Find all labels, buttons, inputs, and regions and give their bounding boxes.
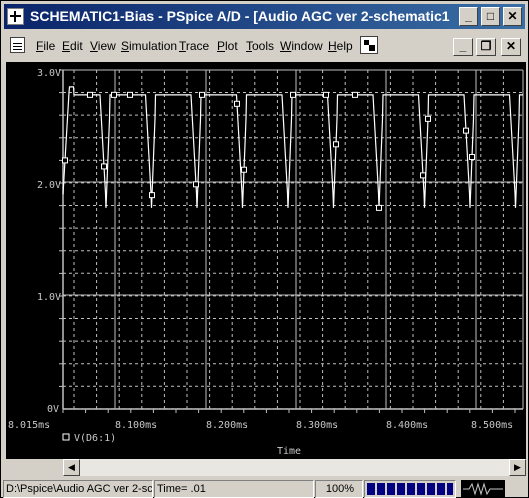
trace-marker [234,100,240,107]
trace-v-d6-1 [62,86,523,208]
menu-edit[interactable]: Edit [62,39,83,53]
waveform-status-icon [461,480,505,498]
trace-marker [62,157,68,164]
probe-icon[interactable] [360,36,378,54]
horizontal-scrollbar[interactable]: ◀ ▶ [63,459,526,476]
mdi-restore-button[interactable]: ❐ [476,38,496,56]
mdi-minimize-button[interactable]: _ [453,38,473,56]
x-tick-8500: 8.500ms [471,420,513,431]
trace-marker [352,91,358,98]
waveform-plot[interactable]: 3.0V 2.0V 1.0V 0V 8.015ms 8.100ms 8.200m… [6,62,526,459]
scroll-left-button[interactable]: ◀ [63,459,80,476]
trace-marker [469,154,475,161]
trace-marker [87,91,93,98]
trace-marker [376,204,382,211]
title-bar[interactable]: SCHEMATIC1-Bias - PSpice A/D - [Audio AG… [4,4,525,29]
x-axis-label: Time [277,446,301,457]
trace-marker [199,91,205,98]
y-tick-0v: 0V [47,404,59,415]
menu-bar: File Edit View Simulation Trace Plot Too… [4,32,525,60]
trace-marker [241,166,247,173]
minimize-button[interactable]: _ [459,7,478,26]
status-bar: D:\Pspice\Audio AGC ver 2-sch Time= .01 … [1,478,529,498]
trace-marker [101,163,107,170]
menu-window[interactable]: Window [280,39,323,53]
mdi-close-button[interactable]: ✕ [501,38,521,56]
legend-marker [62,433,70,441]
y-tick-1v: 1.0V [37,292,61,303]
plot-grid [63,69,523,410]
menu-trace[interactable]: Trace [179,39,209,53]
y-tick-2v: 2.0V [37,180,61,191]
x-tick-8300: 8.300ms [296,420,338,431]
window-title: SCHEMATIC1-Bias - PSpice A/D - [Audio AG… [30,8,450,24]
trace-marker [193,181,199,188]
close-button[interactable]: ✕ [503,7,522,26]
maximize-button[interactable]: □ [481,7,500,26]
trace-marker [463,127,469,134]
trace-marker [149,192,155,199]
menu-plot[interactable]: Plot [217,39,238,53]
x-tick-8200: 8.200ms [206,420,248,431]
trace-marker [127,91,133,98]
trace-marker [420,172,426,179]
x-tick-8015: 8.015ms [8,420,50,431]
status-time: Time= .01 [154,480,314,498]
x-tick-8100: 8.100ms [115,420,157,431]
status-zoom: 100% [315,480,363,498]
plot-svg: 3.0V 2.0V 1.0V 0V 8.015ms 8.100ms 8.200m… [8,68,524,457]
progress-bar [364,480,456,498]
legend-label: V(D6:1) [74,433,116,444]
scroll-right-button[interactable]: ▶ [509,459,526,476]
trace-marker [425,115,431,122]
trace-marker [323,91,329,98]
status-path: D:\Pspice\Audio AGC ver 2-sch [3,480,153,498]
pspice-window: SCHEMATIC1-Bias - PSpice A/D - [Audio AG… [0,0,529,498]
x-tick-8400: 8.400ms [386,420,428,431]
menu-view[interactable]: View [90,39,116,53]
menu-file[interactable]: File [36,39,55,53]
menu-help[interactable]: Help [328,39,353,53]
document-icon[interactable] [10,37,25,53]
pspice-app-icon[interactable] [7,8,24,25]
y-tick-3v: 3.0V [37,68,61,79]
trace-marker [111,91,117,98]
menu-simulation[interactable]: Simulation [121,39,177,53]
trace-marker [290,91,296,98]
trace-marker [333,141,339,148]
menu-tools[interactable]: Tools [246,39,274,53]
